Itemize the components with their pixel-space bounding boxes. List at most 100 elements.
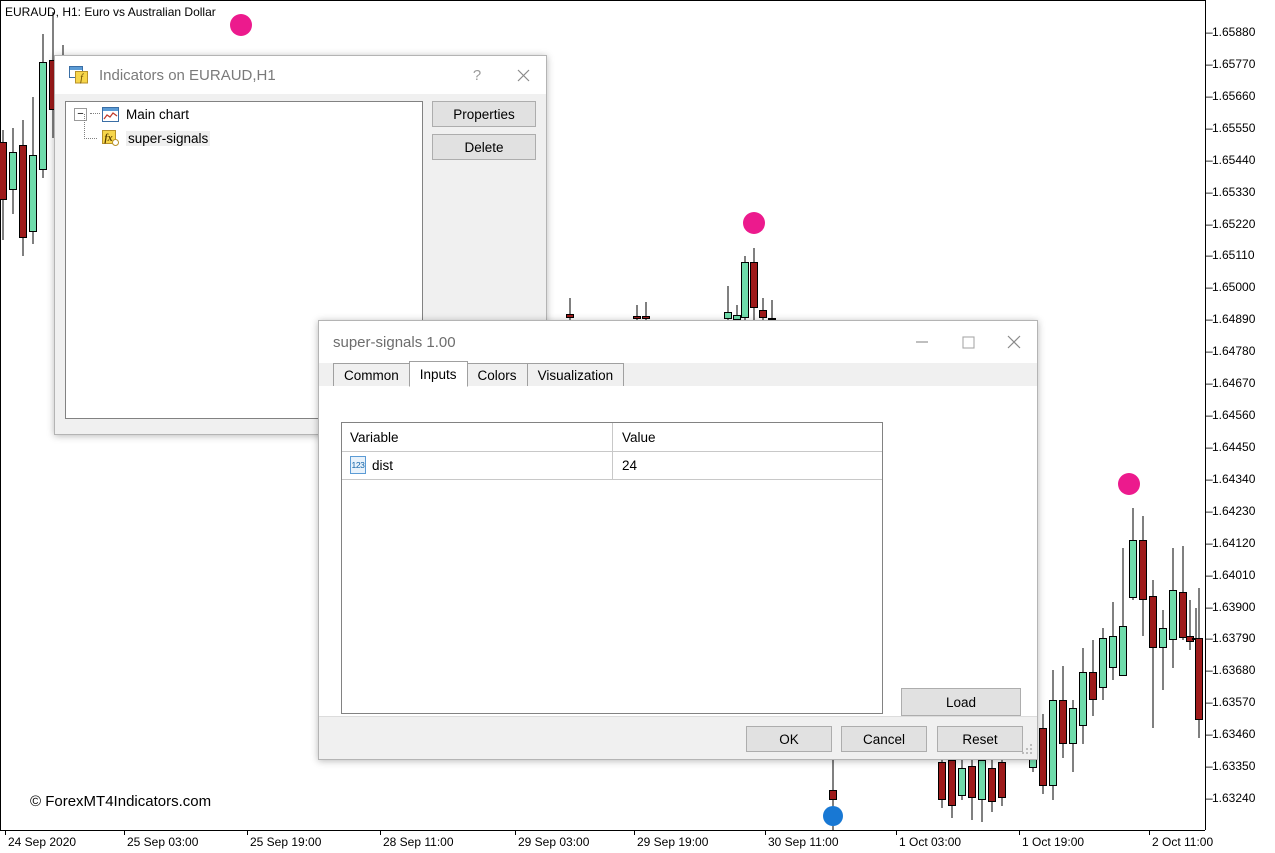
time-tick-label: 29 Sep 19:00 (637, 835, 708, 849)
inputs-table-header: Variable Value (342, 423, 882, 452)
inputs-table[interactable]: Variable Value 123 dist 24 (341, 422, 883, 714)
price-tick-label: –1.64010 (1206, 568, 1255, 582)
candlestick (633, 305, 641, 320)
column-header-variable: Variable (350, 430, 399, 445)
time-tick-label: 2 Oct 11:00 (1152, 835, 1213, 849)
column-divider (612, 423, 613, 451)
price-axis[interactable]: –1.65880–1.65770–1.65660–1.65550–1.65440… (1205, 0, 1275, 830)
tab-common[interactable]: Common (333, 363, 410, 386)
resize-grip[interactable] (1022, 744, 1034, 756)
price-tick-label: –1.65220 (1206, 217, 1255, 231)
candlestick (642, 302, 650, 320)
price-tick-label: –1.65110 (1206, 248, 1255, 262)
candlestick (750, 248, 758, 320)
input-value-dist[interactable]: 24 (622, 458, 637, 473)
candlestick (968, 756, 976, 820)
time-tick-mark (515, 831, 516, 835)
settings-tabstrip[interactable]: CommonInputsColorsVisualization (319, 363, 1037, 387)
sell-signal-dot (230, 14, 252, 36)
time-tick-label: 28 Sep 11:00 (383, 835, 454, 849)
time-tick-label: 1 Oct 03:00 (899, 835, 961, 849)
time-tick-mark (5, 831, 6, 835)
tab-inputs[interactable]: Inputs (409, 361, 468, 387)
candlestick (759, 298, 767, 322)
candlestick (1169, 548, 1177, 668)
candlestick (1139, 516, 1147, 636)
tree-item-super-signals-label: super-signals (126, 131, 210, 146)
candlestick (1099, 628, 1107, 700)
tree-connector (84, 114, 97, 139)
properties-button[interactable]: Properties (432, 101, 536, 127)
delete-button[interactable]: Delete (432, 134, 536, 160)
time-tick-label: 1 Oct 19:00 (1022, 835, 1084, 849)
input-variable-name: dist (372, 458, 393, 473)
candlestick (1159, 610, 1167, 690)
time-tick-mark (896, 831, 897, 835)
time-tick-mark (634, 831, 635, 835)
candlestick (724, 286, 732, 322)
column-header-value: Value (622, 430, 656, 445)
tree-item-main-chart-label: Main chart (126, 107, 189, 122)
candlestick (1109, 602, 1117, 680)
time-tick-mark (765, 831, 766, 835)
dialog-footer: OK Cancel Reset (319, 718, 1037, 759)
ok-button[interactable]: OK (746, 726, 832, 752)
candlestick (741, 256, 749, 322)
time-axis[interactable]: 24 Sep 2020 25 Sep 03:00 25 Sep 19:00 28 Se… (0, 830, 1205, 853)
price-tick-label: –1.64120 (1206, 536, 1255, 550)
candlestick (998, 752, 1006, 806)
help-icon[interactable]: ? (454, 56, 500, 94)
time-tick-mark (247, 831, 248, 835)
candlestick (988, 758, 996, 812)
candlestick (1039, 714, 1047, 794)
price-tick-label: –1.65330 (1206, 185, 1255, 199)
price-tick-label: –1.65660 (1206, 89, 1255, 103)
inputs-pane: Variable Value 123 dist 24 Load Save (319, 386, 1037, 717)
cancel-button[interactable]: Cancel (841, 726, 927, 752)
price-tick-label: –1.65770 (1206, 57, 1255, 71)
time-tick-label: 24 Sep 2020 (8, 835, 76, 849)
tab-colors[interactable]: Colors (467, 363, 528, 386)
price-tick-label: –1.63900 (1206, 600, 1255, 614)
tab-visualization[interactable]: Visualization (527, 363, 625, 386)
candlestick (1079, 648, 1087, 744)
sell-signal-dot (743, 212, 765, 234)
time-tick-label: 30 Sep 11:00 (768, 835, 839, 849)
super-signals-settings-window[interactable]: super-signals 1.00 CommonInputsColorsVis… (318, 320, 1038, 760)
candlestick (0, 130, 7, 240)
time-tick-mark (1019, 831, 1020, 835)
price-tick-label: –1.63460 (1206, 727, 1255, 741)
super-signals-titlebar[interactable]: super-signals 1.00 (319, 321, 1037, 363)
candlestick (39, 34, 47, 178)
indicators-window-title: Indicators on EURAUD,H1 (99, 67, 276, 84)
time-tick-mark (380, 831, 381, 835)
candlestick (1059, 666, 1067, 758)
time-tick-label: 25 Sep 19:00 (250, 835, 321, 849)
candlestick (1195, 588, 1203, 738)
close-icon[interactable] (991, 321, 1037, 363)
minimize-icon[interactable] (899, 321, 945, 363)
buy-signal-dot (823, 806, 843, 826)
indicators-titlebar[interactable]: f Indicators on EURAUD,H1 ? (55, 56, 546, 94)
price-tick-label: –1.64670 (1206, 376, 1255, 390)
price-tick-label: –1.63350 (1206, 759, 1255, 773)
price-tick-label: –1.63790 (1206, 631, 1255, 645)
table-row[interactable]: 123 dist 24 (342, 452, 882, 480)
time-tick-label: 29 Sep 03:00 (518, 835, 589, 849)
candlestick (1089, 640, 1097, 716)
time-tick-label: 25 Sep 03:00 (127, 835, 198, 849)
close-icon[interactable] (500, 56, 546, 94)
maximize-icon[interactable] (945, 321, 991, 363)
price-tick-label: –1.63570 (1206, 695, 1255, 709)
price-tick-label: –1.65440 (1206, 153, 1255, 167)
super-signals-titlebar-buttons (899, 321, 1037, 363)
candlestick (768, 300, 776, 320)
indicators-titlebar-buttons: ? (454, 56, 546, 94)
reset-button[interactable]: Reset (937, 726, 1023, 752)
indicator-fx-icon: fx (102, 130, 119, 146)
price-tick-label: –1.64890 (1206, 312, 1255, 326)
tree-item-main-chart[interactable]: − Main chart (66, 102, 422, 126)
load-button[interactable]: Load (901, 688, 1021, 716)
tree-item-super-signals[interactable]: fx super-signals (66, 126, 422, 150)
price-tick-label: –1.65880 (1206, 25, 1255, 39)
